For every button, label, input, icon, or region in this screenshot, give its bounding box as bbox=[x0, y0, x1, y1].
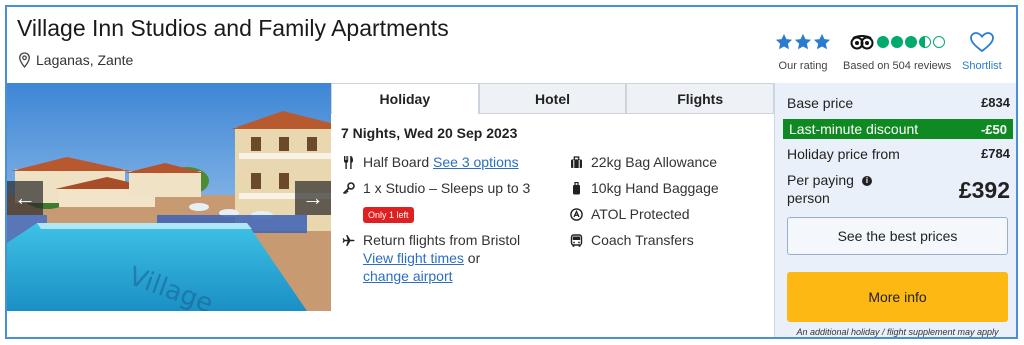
details-left-column: Half Board See 3 options 1 x Studio – Sl… bbox=[341, 153, 556, 293]
holiday-dates: 7 Nights, Wed 20 Sep 2023 bbox=[341, 125, 518, 141]
gallery-prev-button[interactable]: ← bbox=[7, 181, 43, 215]
from-price-label: Holiday price from bbox=[787, 146, 900, 162]
base-price-value: £834 bbox=[981, 95, 1010, 110]
bag-allowance-text: 22kg Bag Allowance bbox=[591, 154, 718, 170]
transfers-text: Coach Transfers bbox=[591, 232, 694, 248]
info-tabs: Holiday Hotel Flights bbox=[331, 83, 775, 122]
bag-allowance-feature: 22kg Bag Allowance bbox=[569, 153, 769, 171]
our-rating: Our rating bbox=[775, 31, 831, 72]
board-text: Half Board bbox=[363, 154, 430, 170]
atol-text: ATOL Protected bbox=[591, 206, 690, 222]
per-person-label-line2: person bbox=[787, 190, 830, 206]
per-person-label-line1: Per paying bbox=[787, 172, 854, 188]
star-icon bbox=[813, 33, 831, 50]
more-info-button[interactable]: More info bbox=[787, 272, 1008, 322]
from-price-value: £784 bbox=[981, 146, 1010, 161]
hand-luggage-icon bbox=[572, 181, 580, 194]
price-panel: Base price £834 Last-minute discount -£5… bbox=[774, 83, 1016, 337]
suitcase-icon bbox=[570, 155, 582, 168]
pool-image: Village bbox=[7, 83, 331, 311]
cutlery-icon bbox=[343, 155, 353, 169]
rating-bubble bbox=[890, 36, 903, 48]
flights-feature: Return flights from Bristol View flight … bbox=[341, 231, 556, 285]
from-price-row: Holiday price from £784 bbox=[787, 146, 1010, 162]
board-feature: Half Board See 3 options bbox=[341, 153, 556, 171]
details-right-column: 22kg Bag Allowance 10kg Hand Baggage ATO… bbox=[569, 153, 769, 257]
rating-bubble bbox=[876, 36, 889, 48]
atol-icon bbox=[569, 207, 583, 221]
discount-value: -£50 bbox=[980, 121, 1007, 137]
location-text: Laganas, Zante bbox=[36, 52, 134, 68]
coach-icon bbox=[570, 233, 582, 247]
key-icon bbox=[342, 181, 355, 194]
rating-bubble bbox=[904, 36, 917, 48]
info-icon[interactable]: i bbox=[861, 176, 872, 186]
transfers-feature: Coach Transfers bbox=[569, 231, 769, 249]
supplement-disclaimer: An additional holiday / flight supplemen… bbox=[796, 327, 999, 337]
see-best-prices-button[interactable]: See the best prices bbox=[787, 217, 1008, 255]
plane-icon bbox=[342, 234, 354, 246]
review-count: Based on 504 reviews bbox=[843, 60, 952, 72]
shortlist-label[interactable]: Shortlist bbox=[962, 60, 1002, 72]
rating-bubble bbox=[932, 36, 945, 48]
room-feature: 1 x Studio – Sleeps up to 3 bbox=[341, 179, 556, 197]
flights-text: Return flights from Bristol bbox=[363, 232, 521, 248]
hand-baggage-text: 10kg Hand Baggage bbox=[591, 180, 719, 196]
holiday-card: Village Inn Studios and Family Apartment… bbox=[5, 5, 1018, 339]
base-price-row: Base price £834 bbox=[787, 95, 1010, 111]
base-price-label: Base price bbox=[787, 95, 854, 111]
per-person-price: £392 bbox=[958, 177, 1010, 203]
hotel-location: Laganas, Zante bbox=[18, 52, 133, 68]
hotel-name[interactable]: Village Inn Studios and Family Apartment… bbox=[17, 15, 449, 42]
hand-baggage-feature: 10kg Hand Baggage bbox=[569, 179, 769, 197]
shortlist-button[interactable]: Shortlist bbox=[962, 31, 1002, 72]
change-airport-link[interactable]: change airport bbox=[363, 268, 453, 284]
rating-bubble bbox=[918, 36, 931, 48]
map-pin-icon bbox=[19, 52, 30, 68]
see-options-link[interactable]: See 3 options bbox=[433, 154, 519, 170]
view-flight-times-link[interactable]: View flight times bbox=[363, 250, 464, 266]
star-rating bbox=[775, 31, 831, 53]
room-text: 1 x Studio – Sleeps up to 3 bbox=[363, 180, 531, 196]
hotel-photo[interactable]: Village ← → bbox=[7, 83, 331, 311]
our-rating-label: Our rating bbox=[778, 60, 828, 72]
holiday-details: 7 Nights, Wed 20 Sep 2023 Half Board See… bbox=[341, 125, 771, 284]
tripadvisor-bubbles bbox=[876, 36, 945, 48]
tab-hotel[interactable]: Hotel bbox=[478, 83, 627, 114]
tripadvisor-rating[interactable]: Based on 504 reviews bbox=[843, 31, 951, 72]
tab-flights[interactable]: Flights bbox=[626, 83, 775, 114]
star-icon bbox=[794, 33, 812, 50]
per-person-label: Per paying i person bbox=[787, 171, 872, 207]
heart-icon[interactable] bbox=[969, 31, 995, 53]
discount-row: Last-minute discount -£50 bbox=[783, 119, 1013, 139]
or-text: or bbox=[467, 250, 481, 266]
star-icon bbox=[775, 33, 793, 50]
tripadvisor-owl-icon bbox=[850, 35, 874, 50]
tab-holiday[interactable]: Holiday bbox=[331, 83, 479, 122]
availability-badge: Only 1 left bbox=[363, 207, 414, 223]
discount-label: Last-minute discount bbox=[789, 121, 919, 137]
gallery-next-button[interactable]: → bbox=[295, 181, 331, 215]
atol-feature: ATOL Protected bbox=[569, 205, 769, 223]
